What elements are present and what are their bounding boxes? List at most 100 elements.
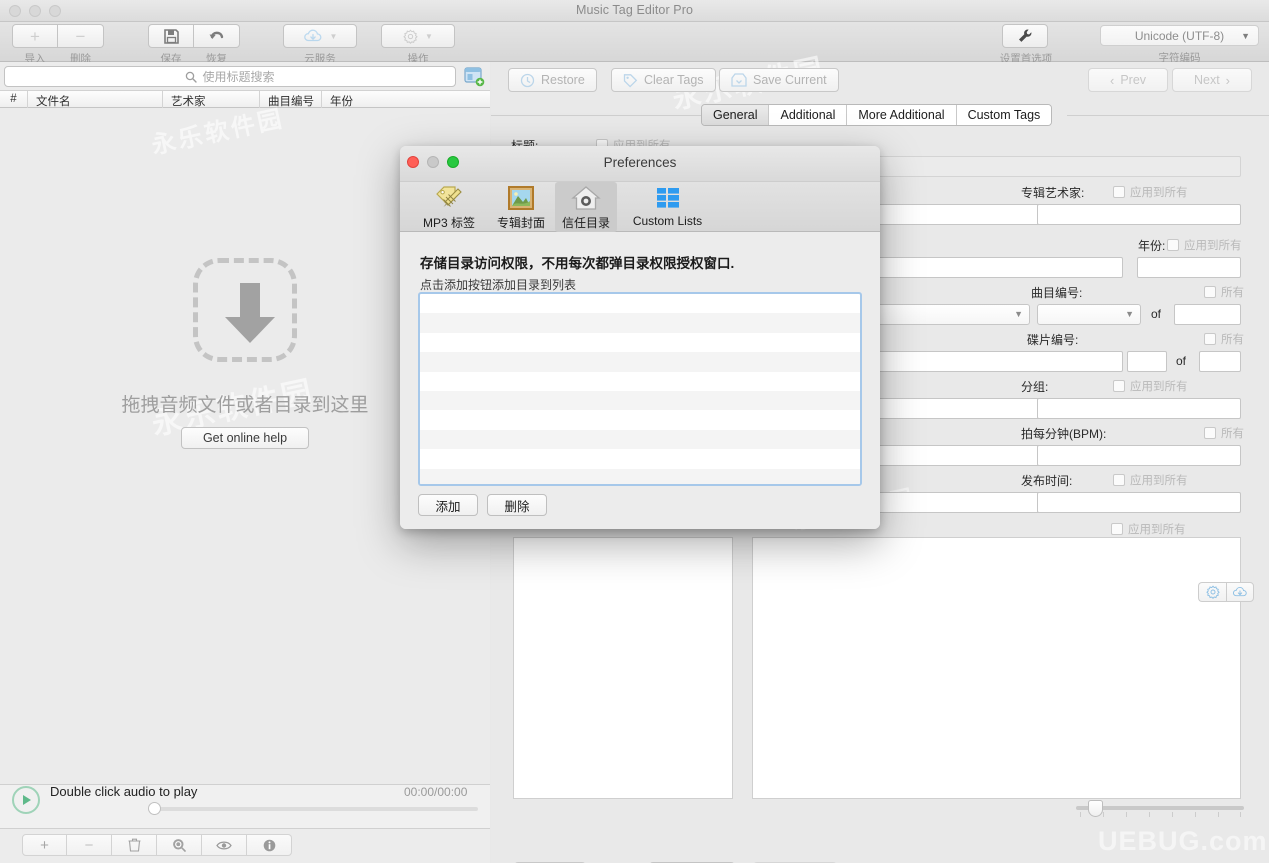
disc-number-all-checkbox[interactable]: 所有 (1204, 331, 1244, 347)
import-button[interactable]: + 导入 (12, 24, 58, 65)
album-artist-input[interactable] (1037, 204, 1241, 225)
search-placeholder: 使用标题搜索 (202, 70, 275, 84)
prefs-tab-mp3-tags[interactable]: MP3 标签 (412, 182, 486, 232)
album-artist-apply-all-checkbox[interactable]: 应用到所有 (1113, 184, 1188, 200)
toolbar-group-import: + 导入 − 删除 (12, 24, 104, 65)
window-title: Music Tag Editor Pro (575, 3, 694, 17)
tab-custom-tags[interactable]: Custom Tags (956, 105, 1052, 125)
list-item[interactable] (420, 372, 860, 391)
toolbar-group-cloud: ▼ 云服务 (283, 24, 357, 65)
checkbox-icon (1204, 427, 1216, 439)
drop-target-box[interactable] (193, 258, 297, 362)
track-number-popup[interactable]: ▼ (1037, 304, 1141, 325)
artwork-zoom-slider-knob[interactable] (1088, 800, 1103, 817)
main-toolbar: + 导入 − 删除 保存 恢复 ▼ 云服务 ▼ 操作 设置首选项 Unicode… (0, 22, 1269, 65)
chevron-down-icon: ▼ (1125, 309, 1134, 319)
cloud-service-button[interactable]: ▼ 云服务 (283, 24, 357, 65)
new-window-button[interactable] (463, 66, 485, 87)
year-apply-all-checkbox[interactable]: 应用到所有 (1167, 237, 1242, 253)
list-item[interactable] (420, 390, 860, 411)
add-file-button[interactable]: + (22, 834, 67, 856)
list-item[interactable] (420, 333, 860, 352)
prefs-tab-custom-lists[interactable]: Custom Lists (621, 182, 714, 232)
window-titlebar: Music Tag Editor Pro (0, 0, 1269, 22)
delete-button[interactable]: − 删除 (58, 24, 104, 65)
tab-additional[interactable]: Additional (769, 105, 848, 125)
preview-button[interactable] (202, 834, 247, 856)
track-total-input[interactable] (1174, 304, 1241, 325)
next-button[interactable]: Next › (1172, 68, 1252, 92)
list-item[interactable] (420, 429, 860, 450)
search-input[interactable]: 使用标题搜索 (4, 66, 456, 87)
column-filename[interactable]: 文件名 (28, 91, 163, 108)
year-input[interactable] (1137, 257, 1241, 278)
column-track-number[interactable]: 曲目编号 (260, 91, 322, 108)
column-year[interactable]: 年份 (322, 91, 482, 108)
restore-tags-label: Restore (541, 73, 585, 87)
prefs-tab-album-art-label: 专辑封面 (496, 216, 545, 230)
restore-clock-icon (520, 73, 535, 87)
trash-button[interactable] (112, 834, 157, 856)
group-input[interactable] (1037, 398, 1241, 419)
prev-button[interactable]: ‹ Prev (1088, 68, 1168, 92)
preferences-dialog: Preferences MP3 标签 专辑封面 信任目录 Custom List… (400, 146, 880, 529)
delete-folder-button[interactable]: 删除 (487, 494, 547, 516)
list-item[interactable] (420, 313, 860, 333)
column-index[interactable]: # (0, 91, 28, 108)
preferences-button[interactable]: 设置首选项 (1000, 24, 1052, 65)
album-artwork-box[interactable] (752, 537, 1241, 799)
info-button[interactable] (247, 834, 292, 856)
trusted-folders-list[interactable] (418, 292, 862, 486)
release-time-input[interactable] (1037, 492, 1241, 513)
artwork-apply-all-checkbox[interactable]: 应用到所有 (1111, 521, 1186, 537)
checkbox-icon (1113, 186, 1125, 198)
restore-button[interactable]: 恢复 (194, 24, 240, 65)
action-button[interactable]: ▼ 操作 (381, 24, 455, 65)
tab-more-additional[interactable]: More Additional (847, 105, 957, 125)
save-current-button[interactable]: Save Current (719, 68, 839, 92)
bpm-input[interactable] (1037, 445, 1241, 466)
remove-file-button[interactable]: − (67, 834, 112, 856)
checkbox-icon (1167, 239, 1179, 251)
chevron-down-icon: ▼ (1241, 30, 1250, 41)
list-item[interactable] (420, 449, 860, 468)
list-item[interactable] (420, 410, 860, 429)
search-files-button[interactable] (157, 834, 202, 856)
prefs-tab-album-art[interactable]: 专辑封面 (490, 182, 552, 232)
play-button[interactable] (12, 786, 40, 814)
disc-number-all-label: 所有 (1221, 334, 1244, 346)
player-progress-knob[interactable] (148, 802, 161, 815)
lyrics-textarea[interactable] (513, 537, 733, 799)
clear-tags-button[interactable]: Clear Tags (611, 68, 716, 92)
tab-divider-left (491, 115, 701, 116)
disc-number-input[interactable] (1127, 351, 1167, 372)
blue-grid-list-icon (656, 188, 679, 208)
artwork-settings-button[interactable] (1198, 582, 1226, 602)
encoding-selector[interactable]: Unicode (UTF-8) ▼ 字符编码 (1100, 25, 1259, 65)
tag-pencil-icon (436, 186, 462, 207)
get-online-help-button[interactable]: Get online help (181, 427, 309, 449)
bpm-all-label: 所有 (1221, 428, 1244, 440)
bpm-all-checkbox[interactable]: 所有 (1204, 425, 1244, 441)
track-number-all-checkbox[interactable]: 所有 (1204, 284, 1244, 300)
album-art-icon (508, 186, 534, 210)
trusted-folders-buttons: 添加 删除 (418, 494, 547, 516)
gear-icon (1205, 585, 1220, 599)
restore-tags-button[interactable]: Restore (508, 68, 597, 92)
prefs-tab-trusted-folders[interactable]: 信任目录 (555, 182, 617, 232)
column-artist[interactable]: 艺术家 (163, 91, 260, 108)
track-of-label: of (1151, 307, 1162, 321)
save-button[interactable]: 保存 (148, 24, 194, 65)
list-item[interactable] (420, 352, 860, 372)
add-folder-button[interactable]: 添加 (418, 494, 478, 516)
disc-total-input[interactable] (1199, 351, 1241, 372)
tab-general[interactable]: General (702, 105, 770, 125)
list-item[interactable] (420, 294, 860, 313)
player-progress-track[interactable] (150, 807, 478, 811)
list-item[interactable] (420, 468, 860, 484)
group-apply-all-checkbox[interactable]: 应用到所有 (1113, 378, 1188, 394)
checkbox-icon (1111, 523, 1123, 535)
release-time-apply-all-checkbox[interactable]: 应用到所有 (1113, 472, 1188, 488)
artwork-download-button[interactable] (1226, 582, 1254, 602)
file-table-header: # 文件名 艺术家 曲目编号 年份 (0, 90, 490, 108)
